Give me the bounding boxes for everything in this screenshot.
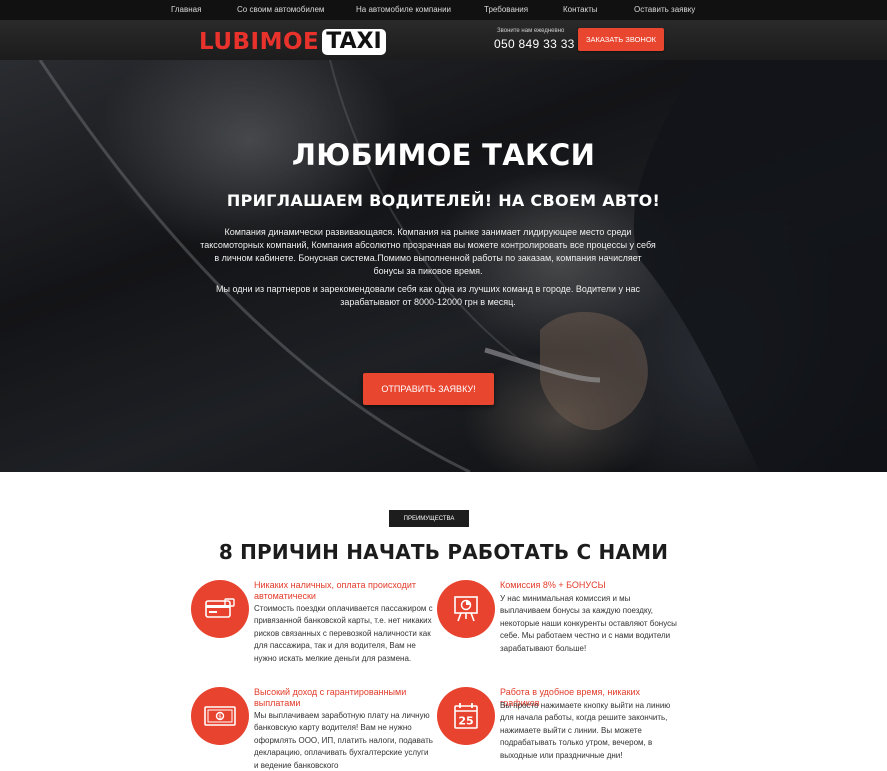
feature-text: Стоимость поездки оплачивается пассажиро… <box>254 604 433 663</box>
calendar-day: 25 <box>458 715 473 728</box>
calendar-icon: 25 <box>437 687 495 745</box>
feature-title: Высокий доход с гарантированными выплата… <box>254 687 407 708</box>
hero-description-2: Мы одни из партнеров и зарекомендовали с… <box>215 284 641 307</box>
nav-link-home[interactable]: Главная <box>171 5 201 14</box>
nav-link-company-car[interactable]: На автомобиле компании <box>356 5 451 14</box>
hero-description-1: Компания динамически развивающаяся. Комп… <box>200 227 656 276</box>
site-logo[interactable]: LUBIMOE TAXI <box>199 29 386 55</box>
site-header: LUBIMOE TAXI Звоните нам ежедневно 050 8… <box>0 20 887 60</box>
svg-text:$: $ <box>218 713 222 720</box>
logo-text-lubimoe: LUBIMOE <box>199 29 320 55</box>
feature-title: Никаких наличных, оплата происходит авто… <box>254 580 416 601</box>
banknote-icon: $ <box>191 687 249 745</box>
feature-text: Мы выплачиваем заработную плату на личну… <box>254 711 433 770</box>
section-title: 8 ПРИЧИН НАЧАТЬ РАБОТАТЬ С НАМИ <box>218 540 669 564</box>
order-call-button[interactable]: ЗАКАЗАТЬ ЗВОНОК <box>578 28 664 51</box>
hero-title: ЛЮБИМОЕ ТАКСИ <box>291 138 596 172</box>
feature-text: Вы просто нажимаете кнопку выйти на лини… <box>500 701 671 760</box>
presentation-chart-icon <box>437 580 495 638</box>
phone-hint: Звоните нам ежедневно <box>497 28 565 34</box>
nav-link-own-car[interactable]: Со своим автомобилем <box>237 5 324 14</box>
nav-link-requirements[interactable]: Требования <box>484 5 528 14</box>
nav-link-apply[interactable]: Оставить заявку <box>634 5 695 14</box>
hero-section: ЛЮБИМОЕ ТАКСИ ПРИГЛАШАЕМ ВОДИТЕЛЕЙ! НА С… <box>0 60 887 472</box>
hero-subtitle: ПРИГЛАШАЕМ ВОДИТЕЛЕЙ! НА СВОЕМ АВТО! <box>226 191 661 210</box>
section-badge: ПРЕИМУЩЕСТВА <box>389 510 469 527</box>
nav-link-contacts[interactable]: Контакты <box>563 5 598 14</box>
logo-text-taxi: TAXI <box>322 29 386 55</box>
feature-title: Комиссия 8% + БОНУСЫ <box>500 580 606 590</box>
send-application-button[interactable]: ОТПРАВИТЬ ЗАЯВКУ! <box>363 373 494 405</box>
top-navigation: Главная Со своим автомобилем На автомоби… <box>0 0 887 20</box>
feature-text: У нас минимальная комиссия и мы выплачив… <box>500 594 677 653</box>
credit-card-icon <box>191 580 249 638</box>
phone-number[interactable]: 050 849 33 33 <box>494 37 575 51</box>
